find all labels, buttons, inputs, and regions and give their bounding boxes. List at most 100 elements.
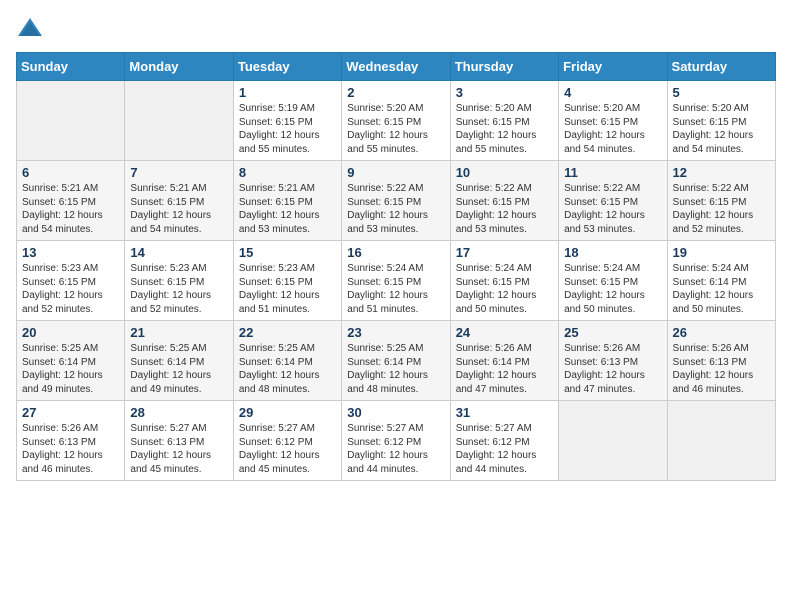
day-number: 16 (347, 245, 444, 260)
day-number: 23 (347, 325, 444, 340)
cell-content: Sunrise: 5:26 AM Sunset: 6:13 PM Dayligh… (22, 422, 119, 476)
day-number: 8 (239, 165, 336, 180)
cell-content: Sunrise: 5:23 AM Sunset: 6:15 PM Dayligh… (239, 262, 336, 316)
calendar-cell: 2 Sunrise: 5:20 AM Sunset: 6:15 PM Daylig… (342, 81, 450, 161)
calendar-cell: 27Sunrise: 5:26 AM Sunset: 6:13 PM Dayli… (17, 401, 125, 481)
cell-content: Sunrise: 5:25 AM Sunset: 6:14 PM Dayligh… (130, 342, 227, 396)
logo-icon (16, 16, 44, 40)
day-number: 21 (130, 325, 227, 340)
day-number: 14 (130, 245, 227, 260)
cell-content: Sunrise: 5:22 AM Sunset: 6:15 PM Dayligh… (347, 182, 444, 236)
day-number: 24 (456, 325, 553, 340)
calendar-cell: 4Sunrise: 5:20 AM Sunset: 6:15 PM Daylig… (559, 81, 667, 161)
calendar-cell: 3 Sunrise: 5:20 AM Sunset: 6:15 PM Daylig… (450, 81, 558, 161)
day-number: 31 (456, 405, 553, 420)
calendar-cell: 14 Sunrise: 5:23 AM Sunset: 6:15 PM Dayli… (125, 241, 233, 321)
cell-content: Sunrise: 5:24 AM Sunset: 6:14 PM Dayligh… (673, 262, 770, 316)
calendar-cell: 13 Sunrise: 5:23 AM Sunset: 6:15 PM Dayli… (17, 241, 125, 321)
calendar-cell (17, 81, 125, 161)
cell-content: Sunrise: 5:26 AM Sunset: 6:13 PM Dayligh… (564, 342, 661, 396)
cell-content: Sunrise: 5:25 AM Sunset: 6:14 PM Dayligh… (22, 342, 119, 396)
calendar-cell: 5 Sunrise: 5:20 AM Sunset: 6:15 PM Daylig… (667, 81, 775, 161)
day-number: 2 (347, 85, 444, 100)
cell-content: Sunrise: 5:21 AM Sunset: 6:15 PM Dayligh… (130, 182, 227, 236)
day-number: 19 (673, 245, 770, 260)
calendar-cell: 23 Sunrise: 5:25 AM Sunset: 6:14 PM Dayli… (342, 321, 450, 401)
weekday-header-tuesday: Tuesday (233, 53, 341, 81)
cell-content: Sunrise: 5:24 AM Sunset: 6:15 PM Dayligh… (564, 262, 661, 316)
cell-content: Sunrise: 5:27 AM Sunset: 6:12 PM Dayligh… (239, 422, 336, 476)
day-number: 29 (239, 405, 336, 420)
day-number: 6 (22, 165, 119, 180)
calendar-table: SundayMondayTuesdayWednesdayThursdayFrid… (16, 52, 776, 481)
cell-content: Sunrise: 5:21 AM Sunset: 6:15 PM Dayligh… (22, 182, 119, 236)
weekday-header-thursday: Thursday (450, 53, 558, 81)
day-number: 12 (673, 165, 770, 180)
cell-content: Sunrise: 5:26 AM Sunset: 6:13 PM Dayligh… (673, 342, 770, 396)
day-number: 7 (130, 165, 227, 180)
day-number: 18 (564, 245, 661, 260)
day-number: 5 (673, 85, 770, 100)
cell-content: Sunrise: 5:27 AM Sunset: 6:13 PM Dayligh… (130, 422, 227, 476)
calendar-cell: 17 Sunrise: 5:24 AM Sunset: 6:15 PM Dayli… (450, 241, 558, 321)
day-number: 13 (22, 245, 119, 260)
cell-content: Sunrise: 5:20 AM Sunset: 6:15 PM Dayligh… (347, 102, 444, 156)
day-number: 4 (564, 85, 661, 100)
cell-content: Sunrise: 5:22 AM Sunset: 6:15 PM Dayligh… (456, 182, 553, 236)
calendar-cell: 6 Sunrise: 5:21 AM Sunset: 6:15 PM Daylig… (17, 161, 125, 241)
cell-content: Sunrise: 5:22 AM Sunset: 6:15 PM Dayligh… (673, 182, 770, 236)
day-number: 15 (239, 245, 336, 260)
cell-content: Sunrise: 5:20 AM Sunset: 6:15 PM Dayligh… (456, 102, 553, 156)
cell-content: Sunrise: 5:20 AM Sunset: 6:15 PM Dayligh… (673, 102, 770, 156)
cell-content: Sunrise: 5:19 AM Sunset: 6:15 PM Dayligh… (239, 102, 336, 156)
day-number: 3 (456, 85, 553, 100)
day-number: 1 (239, 85, 336, 100)
weekday-header-wednesday: Wednesday (342, 53, 450, 81)
cell-content: Sunrise: 5:24 AM Sunset: 6:15 PM Dayligh… (347, 262, 444, 316)
cell-content: Sunrise: 5:23 AM Sunset: 6:15 PM Dayligh… (130, 262, 227, 316)
calendar-cell: 22 Sunrise: 5:25 AM Sunset: 6:14 PM Dayli… (233, 321, 341, 401)
cell-content: Sunrise: 5:27 AM Sunset: 6:12 PM Dayligh… (347, 422, 444, 476)
calendar-cell (667, 401, 775, 481)
calendar-cell: 26 Sunrise: 5:26 AM Sunset: 6:13 PM Dayli… (667, 321, 775, 401)
weekday-header-friday: Friday (559, 53, 667, 81)
day-number: 9 (347, 165, 444, 180)
day-number: 17 (456, 245, 553, 260)
day-number: 22 (239, 325, 336, 340)
day-number: 10 (456, 165, 553, 180)
calendar-cell (125, 81, 233, 161)
calendar-cell: 24 Sunrise: 5:26 AM Sunset: 6:14 PM Dayli… (450, 321, 558, 401)
cell-content: Sunrise: 5:22 AM Sunset: 6:15 PM Dayligh… (564, 182, 661, 236)
calendar-cell: 15 Sunrise: 5:23 AM Sunset: 6:15 PM Dayli… (233, 241, 341, 321)
calendar-cell: 25 Sunrise: 5:26 AM Sunset: 6:13 PM Dayli… (559, 321, 667, 401)
calendar-cell: 21 Sunrise: 5:25 AM Sunset: 6:14 PM Dayli… (125, 321, 233, 401)
day-number: 20 (22, 325, 119, 340)
weekday-header-sunday: Sunday (17, 53, 125, 81)
day-number: 28 (130, 405, 227, 420)
day-number: 11 (564, 165, 661, 180)
day-number: 26 (673, 325, 770, 340)
calendar-cell: 10 Sunrise: 5:22 AM Sunset: 6:15 PM Dayli… (450, 161, 558, 241)
weekday-header-saturday: Saturday (667, 53, 775, 81)
calendar-cell: 8 Sunrise: 5:21 AM Sunset: 6:15 PM Daylig… (233, 161, 341, 241)
calendar-cell: 19 Sunrise: 5:24 AM Sunset: 6:14 PM Dayli… (667, 241, 775, 321)
calendar-cell: 18 Sunrise: 5:24 AM Sunset: 6:15 PM Dayli… (559, 241, 667, 321)
calendar-cell: 30Sunrise: 5:27 AM Sunset: 6:12 PM Dayli… (342, 401, 450, 481)
calendar-cell: 7 Sunrise: 5:21 AM Sunset: 6:15 PM Daylig… (125, 161, 233, 241)
cell-content: Sunrise: 5:26 AM Sunset: 6:14 PM Dayligh… (456, 342, 553, 396)
cell-content: Sunrise: 5:25 AM Sunset: 6:14 PM Dayligh… (347, 342, 444, 396)
calendar-cell: 29 Sunrise: 5:27 AM Sunset: 6:12 PM Dayli… (233, 401, 341, 481)
cell-content: Sunrise: 5:25 AM Sunset: 6:14 PM Dayligh… (239, 342, 336, 396)
calendar-cell: 20 Sunrise: 5:25 AM Sunset: 6:14 PM Dayli… (17, 321, 125, 401)
calendar-cell: 11 Sunrise: 5:22 AM Sunset: 6:15 PM Dayli… (559, 161, 667, 241)
cell-content: Sunrise: 5:27 AM Sunset: 6:12 PM Dayligh… (456, 422, 553, 476)
day-number: 25 (564, 325, 661, 340)
calendar-cell: 9 Sunrise: 5:22 AM Sunset: 6:15 PM Daylig… (342, 161, 450, 241)
calendar-cell: 31 Sunrise: 5:27 AM Sunset: 6:12 PM Dayli… (450, 401, 558, 481)
cell-content: Sunrise: 5:24 AM Sunset: 6:15 PM Dayligh… (456, 262, 553, 316)
calendar-cell (559, 401, 667, 481)
calendar-cell: 16 Sunrise: 5:24 AM Sunset: 6:15 PM Dayli… (342, 241, 450, 321)
cell-content: Sunrise: 5:21 AM Sunset: 6:15 PM Dayligh… (239, 182, 336, 236)
calendar-cell: 28 Sunrise: 5:27 AM Sunset: 6:13 PM Dayli… (125, 401, 233, 481)
cell-content: Sunrise: 5:23 AM Sunset: 6:15 PM Dayligh… (22, 262, 119, 316)
